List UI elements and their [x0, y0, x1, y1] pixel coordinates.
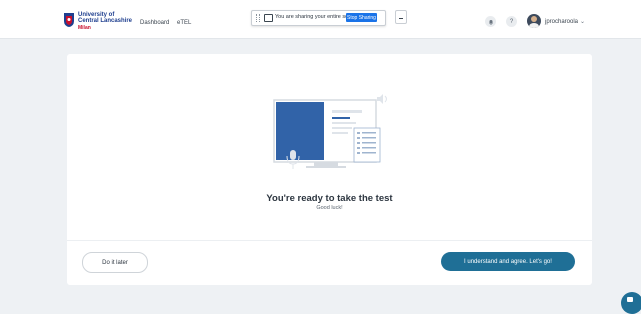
screen-share-icon: [264, 14, 273, 22]
nav-dashboard-link[interactable]: Dashboard: [140, 20, 169, 26]
notifications-button[interactable]: [485, 16, 496, 27]
username-label: jprocharoola: [545, 19, 579, 25]
logo-line-2: Central Lancashire: [78, 18, 133, 25]
question-icon: ?: [509, 18, 514, 25]
test-illustration: [273, 94, 387, 169]
card-divider: [67, 240, 592, 241]
stop-sharing-button[interactable]: Stop Sharing: [346, 13, 377, 22]
crest-icon: [64, 13, 74, 27]
hide-banner-button[interactable]: [395, 10, 407, 24]
screen-share-banner: You are sharing your entire screen. Stop…: [251, 10, 386, 26]
logo-text: University of Central Lancashire Milan: [78, 12, 132, 31]
chat-icon: [627, 297, 633, 302]
chat-button[interactable]: [621, 292, 641, 314]
bell-icon: [488, 19, 493, 25]
agree-start-button[interactable]: I understand and agree. Let's go!: [441, 252, 575, 271]
page-title: You're ready to take the test: [266, 193, 393, 204]
nav-etel-link[interactable]: eTEL: [177, 20, 191, 26]
user-menu[interactable]: jprocharoola ⌄: [545, 18, 585, 25]
help-button[interactable]: ?: [506, 16, 517, 27]
ready-card: You're ready to take the test Good luck!…: [67, 54, 592, 285]
logo-line-3: Milan: [78, 24, 91, 31]
avatar[interactable]: [527, 14, 541, 28]
speaker-icon: [377, 94, 387, 104]
good-luck-text: Good luck!: [316, 205, 343, 211]
chevron-down-icon: ⌄: [580, 19, 586, 25]
drag-handle-icon[interactable]: [256, 14, 260, 22]
do-it-later-button[interactable]: Do it later: [82, 252, 148, 273]
